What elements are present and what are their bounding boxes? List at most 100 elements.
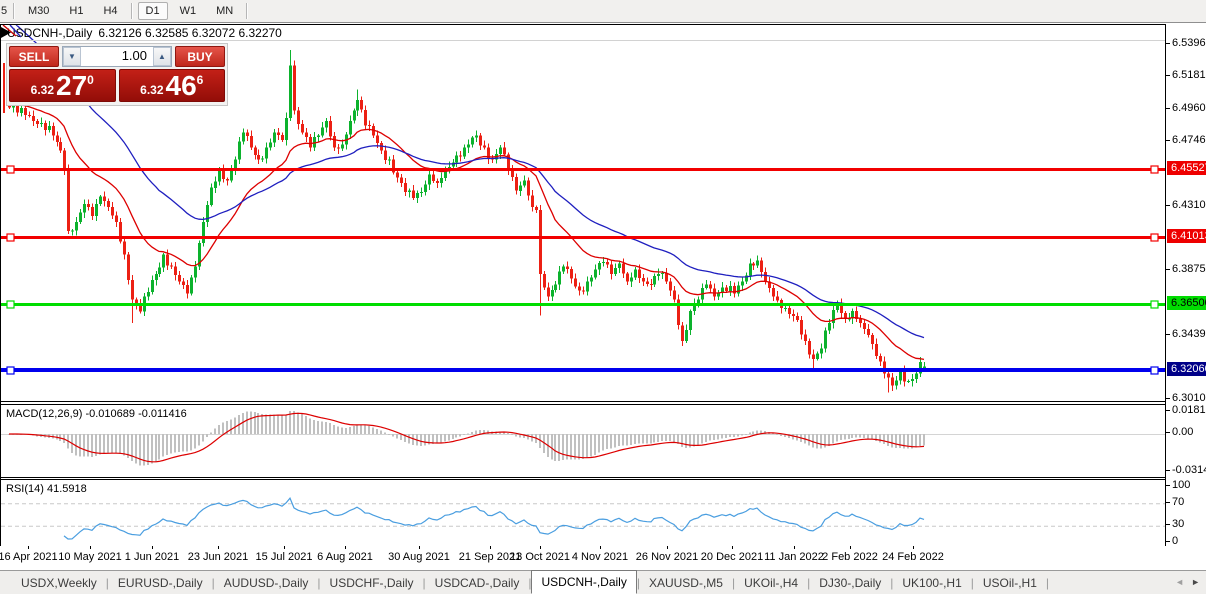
date-tick [732,546,733,549]
hline-handle[interactable] [1151,367,1158,374]
macd-tick-label: 0.00 [1172,425,1193,439]
tab-scroll-arrows: ◄ ► [1175,575,1200,589]
hline-handle[interactable] [1151,234,1158,241]
price-flag-6.32060: 6.32060 [1167,362,1206,376]
tick-mark [1166,432,1170,433]
buy-button[interactable]: BUY [175,46,225,67]
chart-tab-uk100-h1[interactable]: UK100-,H1 [893,573,970,593]
tick-mark [1166,398,1170,399]
timeframe-h4[interactable]: H4 [95,2,125,20]
chart-tab-usdx-weekly[interactable]: USDX,Weekly [12,573,106,593]
sell-price-small: 6.32 [31,83,54,97]
timeframe-h1[interactable]: H1 [61,2,91,20]
chart-tab-xauusd-m5[interactable]: XAUUSD-,M5 [640,573,732,593]
date-tick [913,546,914,549]
chart-ohlc-quotes: 6.32126 6.32585 6.32072 6.32270 [98,26,282,40]
edge-candle-sliver [3,63,5,113]
volume-input[interactable]: 1.00 [81,47,153,66]
tab-scroll-right-icon[interactable]: ► [1191,575,1200,589]
toolbar-separator [246,3,248,19]
chart-tab-usdcnh-daily[interactable]: USDCNH-,Daily [531,570,636,594]
tick-mark [1166,269,1170,270]
chart-tab-ukoil-h4[interactable]: UKOil-,H4 [735,573,807,593]
timeframe-d1[interactable]: D1 [138,2,168,20]
tick-mark [1166,108,1170,109]
chart-tab-usoil-h1[interactable]: USOil-,H1 [974,573,1046,593]
tick-mark [1166,470,1170,471]
macd-label: MACD(12,26,9) -0.010689 -0.011416 [6,408,187,420]
hline-handle[interactable] [7,234,14,241]
toolbar-separator [131,3,133,19]
date-label: 30 Aug 2021 [388,551,450,563]
date-tick [667,546,668,549]
hline-handle[interactable] [1151,166,1158,173]
tick-mark [1166,524,1170,525]
tick-mark [1166,75,1170,76]
sell-price-box[interactable]: 6.32 27 0 [9,69,116,102]
sell-button[interactable]: SELL [9,46,59,67]
volume-decrease-button[interactable]: ▼ [63,47,81,66]
date-axis: 16 Apr 202110 May 20211 Jun 202123 Jun 2… [0,546,1165,568]
date-tick [345,546,346,549]
chart-tab-bar: USDX,Weekly|EURUSD-,Daily|AUDUSD-,Daily|… [0,570,1206,594]
rsi-chart [1,480,1165,546]
tick-mark [1166,140,1170,141]
tab-separator: | [1046,576,1049,590]
hline-6.45527[interactable] [1,166,1165,173]
tick-mark [1166,205,1170,206]
chart-icon [1,25,21,38]
tab-scroll-left-icon[interactable]: ◄ [1175,575,1184,589]
date-tick [152,546,153,549]
rsi-tick-label: 70 [1172,495,1184,509]
date-label: 1 Jun 2021 [125,551,179,563]
buy-price-sup: 6 [197,73,204,87]
chart-tab-eurusd-daily[interactable]: EURUSD-,Daily [109,573,212,593]
volume-increase-button[interactable]: ▲ [153,47,171,66]
buy-price-box[interactable]: 6.32 46 6 [119,69,226,102]
price-tick-label: 6.34395 [1172,327,1206,341]
timeframe-cutoff[interactable]: 5 [0,5,10,17]
sell-price-big: 27 [56,72,87,100]
date-tick [490,546,491,549]
price-tick-label: 6.47460 [1172,133,1206,147]
date-tick [794,546,795,549]
hline-6.32060[interactable] [1,367,1165,374]
rsi-panel: RSI(14) 41.5918 [1,479,1165,547]
tick-mark [1166,43,1170,44]
price-panel[interactable]: USDCNH-,Daily 6.32126 6.32585 6.32072 6.… [1,25,1165,402]
tick-mark [1166,334,1170,335]
rsi-line [64,498,924,539]
toolbar-separator [13,3,15,19]
chart-tab-usdcad-daily[interactable]: USDCAD-,Daily [426,573,529,593]
date-tick [28,546,29,549]
tick-mark [1166,410,1170,411]
hline-6.41013[interactable] [1,234,1165,241]
date-tick [284,546,285,549]
hline-handle[interactable] [7,301,14,308]
hline-6.36500[interactable] [1,301,1165,308]
chart-window: USDCNH-,Daily 6.32126 6.32585 6.32072 6.… [0,24,1165,546]
price-tick-label: 6.43105 [1172,198,1206,212]
price-flag-6.45527: 6.45527 [1167,161,1206,175]
hline-handle[interactable] [1151,301,1158,308]
one-click-trading-panel: SELL ▼ 1.00 ▲ BUY 6.32 27 0 6.32 [6,43,228,106]
chart-title-row: USDCNH-,Daily 6.32126 6.32585 6.32072 6.… [1,25,1165,41]
timeframe-w1[interactable]: W1 [172,2,205,20]
macd-tick-label: 0.018129 [1172,403,1206,417]
date-label: 10 May 2021 [58,551,122,563]
date-tick [419,546,420,549]
chart-tab-usdchf-daily[interactable]: USDCHF-,Daily [321,573,423,593]
price-tick-label: 6.38750 [1172,262,1206,276]
chart-tab-dj30-daily[interactable]: DJ30-,Daily [810,573,890,593]
hline-handle[interactable] [7,166,14,173]
timeframe-mn[interactable]: MN [208,2,241,20]
chart-tab-audusd-daily[interactable]: AUDUSD-,Daily [215,573,318,593]
date-tick [218,546,219,549]
tick-mark [1166,502,1170,503]
date-label: 11 Jan 2022 [764,551,824,563]
date-label: 23 Jun 2021 [188,551,249,563]
timeframe-m30[interactable]: M30 [20,2,57,20]
hline-handle[interactable] [7,367,14,374]
price-axis: 6.539606.518156.496056.474606.431056.387… [1165,24,1206,546]
macd-tick-label: -0.03149 [1172,463,1206,477]
